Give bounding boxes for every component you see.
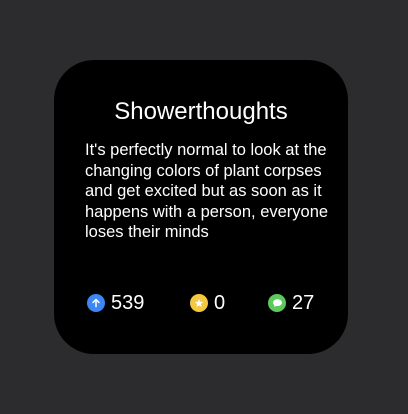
speech-bubble-icon xyxy=(268,294,286,312)
comments-stat: 27 xyxy=(268,291,314,315)
upvotes-count: 539 xyxy=(111,292,145,314)
awards-count: 0 xyxy=(214,292,226,314)
comments-count: 27 xyxy=(292,292,315,314)
awards-stat: 0 xyxy=(190,291,225,315)
showerthoughts-widget[interactable]: Showerthoughts It's perfectly normal to … xyxy=(54,60,348,354)
post-text: It's perfectly normal to look at the cha… xyxy=(85,141,329,241)
widget-title: Showerthoughts xyxy=(114,98,288,125)
star-icon xyxy=(190,294,208,312)
arrow-up-icon xyxy=(87,294,105,312)
upvotes-stat: 539 xyxy=(87,291,144,315)
